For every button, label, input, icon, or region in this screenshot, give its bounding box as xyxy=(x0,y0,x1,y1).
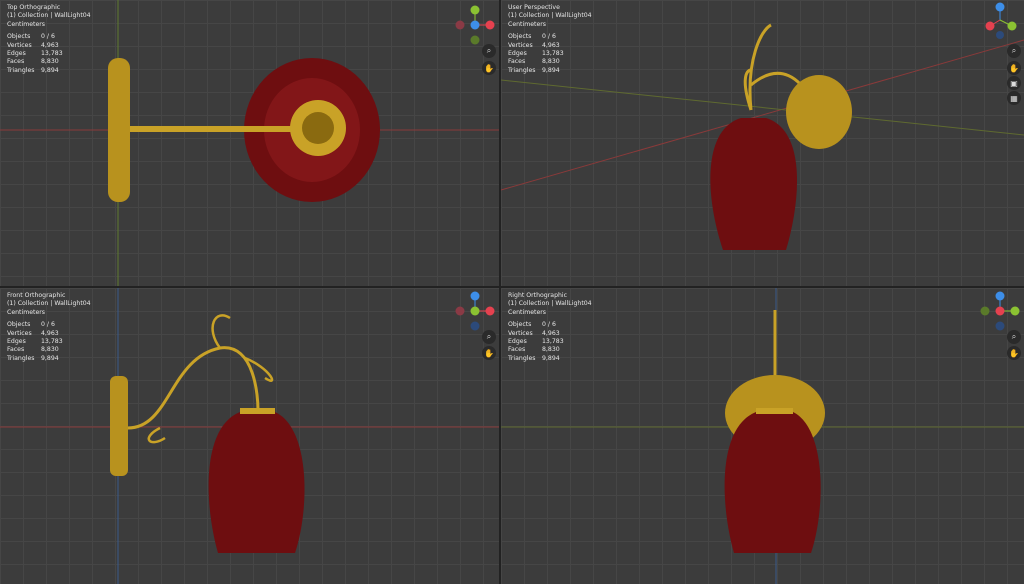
viewport-text: Right Orthographic xyxy=(508,292,568,299)
wall-plate xyxy=(110,376,128,476)
zoom-icon[interactable]: ⌕ xyxy=(482,44,496,58)
zoom-icon[interactable]: ⌕ xyxy=(482,330,496,344)
viewport-info: Top Orthographic (1) Collection | WallLi… xyxy=(7,4,91,75)
viewport-text: (1) Collection | WallLight04 xyxy=(508,300,592,308)
stat-label: Faces xyxy=(7,58,25,66)
stat-value: 8,830 xyxy=(542,58,560,66)
stat-label: Edges xyxy=(508,338,527,346)
viewport-right[interactable]: Right Orthographic (1) Collection | WallL… xyxy=(501,288,1024,584)
stat-label: Faces xyxy=(508,58,526,66)
stat-value: 9,894 xyxy=(542,66,560,74)
grid-view-icon[interactable]: ▦ xyxy=(1007,91,1021,105)
viewport-top[interactable]: Top Orthographic (1) Collection | WallLi… xyxy=(0,0,499,286)
hand-pan-icon[interactable]: ✋ xyxy=(482,346,496,360)
stats: Objects 0 / 6 Vertices 4,963 Edges 13,783 F… xyxy=(7,33,91,75)
stat-value: 4,963 xyxy=(41,41,59,49)
zoom-icon[interactable]: ⌕ xyxy=(1007,44,1021,58)
viewport-info: Front Orthographic (1) Collection | WallL… xyxy=(7,292,91,363)
stat-value: 4,963 xyxy=(542,41,560,49)
stat-value: 0 / 6 xyxy=(41,33,55,41)
stat-label: Objects xyxy=(508,33,532,41)
viewport-front[interactable]: Front Orthographic (1) Collection | WallL… xyxy=(0,288,499,584)
stat-label: Edges xyxy=(508,50,527,58)
stat-label: Vertices xyxy=(7,329,32,337)
viewport-text: Centimeters xyxy=(508,20,547,28)
stat-value: 9,894 xyxy=(542,354,560,362)
stats: Objects 0 / 6 Vertices 4,963 Edges 13,783 Face… xyxy=(7,321,91,363)
stat-value: 13,783 xyxy=(542,338,564,346)
stat-label: Triangles xyxy=(7,66,35,74)
viewport-text: (1) Collection | WallLight04 xyxy=(7,300,91,308)
navigation-gizmo[interactable] xyxy=(978,289,1022,333)
stat-value: 8,830 xyxy=(41,346,59,354)
viewport-text: Centimeters xyxy=(508,308,547,316)
stat-label: Vertices xyxy=(7,41,32,49)
glass-shade xyxy=(710,118,798,250)
viewport-info: Right Orthographic (1) Collection | WallL… xyxy=(508,292,592,363)
view-name: Top Orthographic xyxy=(7,4,61,11)
navigation-gizmo[interactable] xyxy=(453,3,497,47)
stat-value: 13,783 xyxy=(41,338,63,346)
stat-value: 0 / 6 xyxy=(542,321,556,329)
units: Centimeters xyxy=(7,20,46,28)
stat-label: Objects xyxy=(7,321,31,329)
stat-label: Vertices xyxy=(508,41,533,49)
stat-label: Faces xyxy=(508,346,526,354)
stat-value: 8,830 xyxy=(542,346,560,354)
stats: Objects 0 / 6 Vertices 4,963 Edges 13,783 Face… xyxy=(508,321,592,363)
stat-value: 0 / 6 xyxy=(41,321,55,329)
stat-value: 4,963 xyxy=(542,329,560,337)
wall-plate xyxy=(786,75,852,149)
stats: Objects 0 / 6 Vertices 4,963 Edges 13,783 Face… xyxy=(508,33,592,75)
stat-label: Triangles xyxy=(508,66,536,74)
stat-value: 4,963 xyxy=(41,329,59,337)
glass-shade xyxy=(724,412,821,553)
stat-value: 13,783 xyxy=(41,50,63,58)
wall-plate xyxy=(108,58,130,202)
navigation-gizmo[interactable] xyxy=(453,289,497,333)
stat-value: 8,830 xyxy=(41,58,59,66)
stat-label: Edges xyxy=(7,338,26,346)
stat-label: Edges xyxy=(7,50,26,58)
viewport-text: (1) Collection | WallLight04 xyxy=(508,12,592,20)
stat-value: 9,894 xyxy=(41,354,59,362)
viewport-text: Front Orthographic xyxy=(7,292,66,299)
stat-label: Triangles xyxy=(508,354,536,362)
stat-value: 9,894 xyxy=(41,66,59,74)
zoom-icon[interactable]: ⌕ xyxy=(1007,330,1021,344)
glass-shade xyxy=(208,412,305,553)
stat-value: 0 / 6 xyxy=(542,33,556,41)
viewport-text: Centimeters xyxy=(7,308,46,316)
stat-label: Triangles xyxy=(7,354,35,362)
stat-label: Objects xyxy=(7,33,31,41)
camera-icon[interactable]: ▣ xyxy=(1007,76,1021,90)
navigation-gizmo[interactable] xyxy=(978,0,1022,44)
viewport-perspective[interactable]: User Perspective (1) Collection | WallLig… xyxy=(501,0,1024,286)
viewport-text: User Perspective xyxy=(508,4,560,11)
stat-label: Faces xyxy=(7,346,25,354)
stat-value: 13,783 xyxy=(542,50,564,58)
viewport-info: User Perspective (1) Collection | WallLig… xyxy=(508,4,592,75)
collection-name: (1) Collection | WallLight04 xyxy=(7,12,91,20)
stat-label: Vertices xyxy=(508,329,533,337)
hand-pan-icon[interactable]: ✋ xyxy=(482,61,496,75)
hand-pan-icon[interactable]: ✋ xyxy=(1007,346,1021,360)
hand-pan-icon[interactable]: ✋ xyxy=(1007,61,1021,75)
stat-label: Objects xyxy=(508,321,532,329)
